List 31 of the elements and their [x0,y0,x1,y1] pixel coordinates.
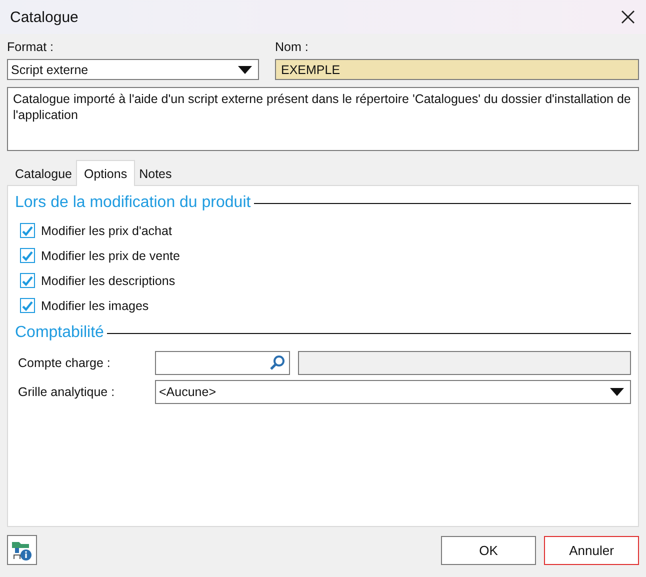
dropdown-arrow-icon[interactable] [610,388,624,396]
tab[interactable]: Notes [135,163,176,185]
dialog-button[interactable]: OK [441,536,536,564]
field-label: Format : [7,40,55,55]
checkbox[interactable] [20,298,35,313]
field-label: Compte charge : [18,356,112,370]
tab[interactable]: Options [76,160,136,186]
field-label: Grille analytique : [18,384,116,398]
search-icon[interactable] [269,354,285,370]
section-title: Comptabilité [15,324,104,342]
checkbox-label: Modifier les images [41,298,149,312]
window-title: Catalogue [10,8,78,26]
dropdown-arrow-icon[interactable] [238,66,252,74]
tab[interactable]: Catalogue [11,163,76,185]
info-button[interactable] [7,535,37,565]
name-field[interactable]: EXEMPLE [275,59,639,80]
section-title: Lors de la modification du produit [15,194,251,212]
folder-info-icon [11,539,33,561]
description-field[interactable]: Catalogue importé à l'aide d'un script externe présent dans le répertoire 'Catalogues' du dossier d'installation de l'application [7,87,639,151]
dropdown[interactable]: <Aucune> [155,380,631,404]
checkbox-label: Modifier les prix de vente [41,248,180,262]
dialog-button[interactable]: Annuler [544,536,639,564]
checkbox[interactable] [20,248,35,263]
format-dropdown[interactable]: Script externe [7,59,259,80]
checkbox-label: Modifier les prix d'achat [41,224,172,238]
close-icon[interactable] [620,9,636,25]
checkbox[interactable] [20,273,35,288]
checkbox[interactable] [20,223,35,238]
checkbox-label: Modifier les descriptions [41,274,176,288]
field-label: Nom : [275,40,310,55]
input-field[interactable] [155,350,290,374]
